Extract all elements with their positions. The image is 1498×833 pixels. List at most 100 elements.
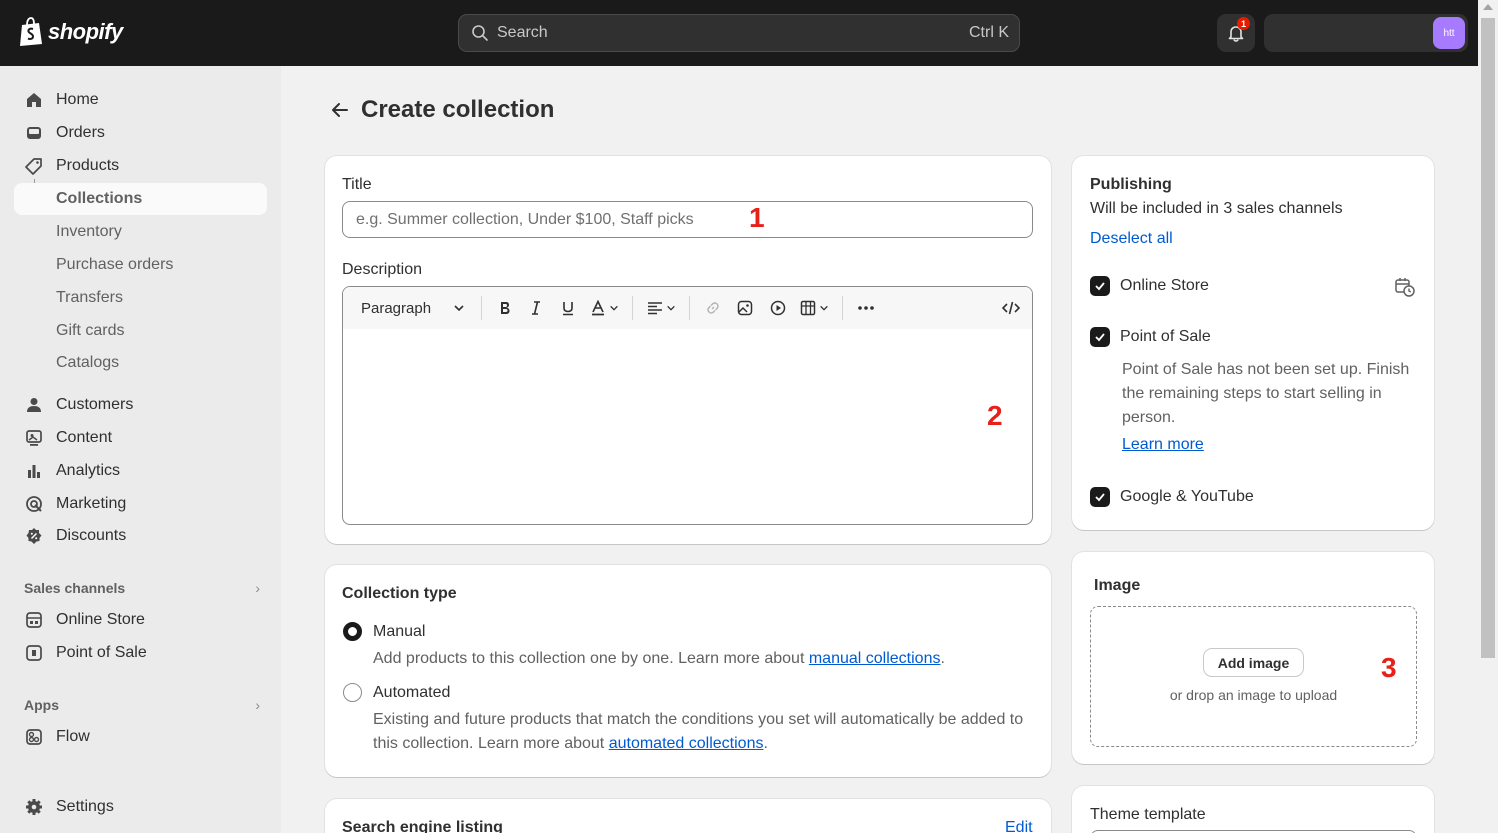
checkmark-icon <box>1095 493 1105 502</box>
editor-toolbar: Paragraph <box>343 287 1032 329</box>
sidebar: Home Orders Products Collections Invento… <box>0 66 281 833</box>
sidebar-item-analytics[interactable]: Analytics <box>14 455 267 487</box>
sidebar-item-online-store[interactable]: Online Store <box>14 604 267 636</box>
sidebar-item-discounts[interactable]: Discounts <box>14 520 267 552</box>
title-input[interactable]: e.g. Summer collection, Under $100, Staf… <box>342 201 1033 238</box>
manual-label[interactable]: Manual <box>373 623 425 641</box>
back-arrow-icon[interactable] <box>330 100 352 120</box>
top-bar: shopify Search Ctrl K 1 htt <box>0 0 1478 66</box>
sidebar-item-label: Catalogs <box>56 354 120 371</box>
seo-edit-link[interactable]: Edit <box>1005 819 1033 833</box>
notification-badge: 1 <box>1237 17 1250 30</box>
italic-icon[interactable] <box>520 295 552 321</box>
align-left-icon <box>647 302 662 315</box>
sidebar-item-settings[interactable]: Settings <box>14 791 267 823</box>
sidebar-item-label: Inventory <box>56 223 122 240</box>
manual-help-text: Add products to this collection one by o… <box>373 650 945 667</box>
account-menu[interactable]: htt <box>1264 14 1468 52</box>
underline-icon[interactable] <box>552 295 584 321</box>
manual-help: Add products to this collection one by o… <box>373 650 805 667</box>
sidebar-item-transfers[interactable]: Transfers <box>14 282 267 314</box>
point-of-sale-checkbox[interactable] <box>1090 327 1110 347</box>
sidebar-item-label: Home <box>56 91 99 108</box>
manual-collections-link[interactable]: manual collections <box>809 650 941 667</box>
page-title: Create collection <box>361 96 555 123</box>
more-options-icon[interactable] <box>851 295 881 321</box>
text-color-icon <box>591 300 604 316</box>
description-editor[interactable]: Paragraph <box>342 286 1033 525</box>
sidebar-item-products[interactable]: Products <box>14 150 267 182</box>
pos-note: Point of Sale has not been set up. Finis… <box>1122 361 1410 426</box>
paragraph-format-select[interactable]: Paragraph <box>361 295 469 321</box>
target-icon <box>24 494 44 514</box>
content-icon <box>24 428 44 448</box>
theme-template-card: Theme template <box>1072 786 1434 833</box>
automated-label[interactable]: Automated <box>373 684 450 702</box>
sidebar-item-label: Flow <box>56 728 90 745</box>
link-icon[interactable] <box>698 295 728 321</box>
video-insert-icon[interactable] <box>761 295 794 321</box>
sidebar-item-home[interactable]: Home <box>14 84 267 116</box>
seo-heading: Search engine listing <box>342 819 503 833</box>
scroll-up-arrow-icon[interactable] <box>1483 4 1493 10</box>
sidebar-item-customers[interactable]: Customers <box>14 389 267 421</box>
google-youtube-label: Google & YouTube <box>1120 488 1254 505</box>
search-placeholder: Search <box>497 24 548 41</box>
shopify-logo[interactable]: shopify <box>18 17 123 47</box>
flow-icon <box>24 727 44 747</box>
sidebar-item-marketing[interactable]: Marketing <box>14 488 267 520</box>
sidebar-item-flow[interactable]: Flow <box>14 721 267 753</box>
sidebar-item-point-of-sale[interactable]: Point of Sale <box>14 637 267 669</box>
google-youtube-checkbox[interactable] <box>1090 487 1110 507</box>
publishing-card: Publishing Will be included in 3 sales c… <box>1072 156 1434 530</box>
image-insert-icon[interactable] <box>728 295 761 321</box>
image-dropzone[interactable] <box>1090 606 1417 747</box>
schedule-calendar-icon[interactable] <box>1394 276 1416 298</box>
collection-type-card: Collection type Manual Add products to t… <box>325 565 1051 777</box>
publishing-subtitle: Will be included in 3 sales channels <box>1090 200 1343 217</box>
manual-radio[interactable] <box>343 622 362 641</box>
brand-name: shopify <box>48 19 123 44</box>
add-image-button[interactable]: Add image <box>1204 649 1303 676</box>
sidebar-item-label: Marketing <box>56 495 127 512</box>
sidebar-item-content[interactable]: Content <box>14 422 267 454</box>
search-bar[interactable]: Search Ctrl K <box>458 14 1020 52</box>
scrollbar-thumb[interactable] <box>1481 18 1495 658</box>
sales-channels-section[interactable]: Sales channels › <box>24 580 260 596</box>
sidebar-item-collections[interactable]: Collections <box>14 183 267 215</box>
sidebar-item-catalogs[interactable]: Catalogs <box>14 347 267 379</box>
title-placeholder: e.g. Summer collection, Under $100, Staf… <box>356 210 694 228</box>
avatar: htt <box>1433 17 1465 49</box>
tag-icon <box>24 156 44 176</box>
automated-collections-link[interactable]: automated collections <box>609 735 764 752</box>
bold-icon[interactable] <box>490 295 520 321</box>
format-label: Paragraph <box>361 299 432 317</box>
point-of-sale-label: Point of Sale <box>1120 328 1211 345</box>
deselect-all-link[interactable]: Deselect all <box>1090 230 1173 248</box>
sidebar-item-orders[interactable]: Orders <box>14 117 267 149</box>
code-view-icon[interactable] <box>996 295 1026 321</box>
sidebar-item-label: Discounts <box>56 527 127 544</box>
notifications-button[interactable]: 1 <box>1217 14 1255 52</box>
toolbar-divider <box>689 296 690 320</box>
sidebar-item-gift-cards[interactable]: Gift cards <box>14 315 267 347</box>
checkmark-icon <box>1095 282 1105 291</box>
store-icon <box>24 610 44 630</box>
automated-radio[interactable] <box>343 683 362 702</box>
align-button[interactable] <box>641 295 681 321</box>
table-insert-button[interactable] <box>794 295 834 321</box>
sidebar-item-inventory[interactable]: Inventory <box>14 216 267 248</box>
text-color-button[interactable] <box>584 295 624 321</box>
online-store-checkbox[interactable] <box>1090 276 1110 296</box>
annotation-2: 2 <box>987 400 1003 431</box>
apps-section[interactable]: Apps › <box>24 697 260 713</box>
shopify-bag-icon <box>20 17 42 46</box>
chevron-down-icon <box>454 305 464 312</box>
page-scrollbar[interactable] <box>1478 0 1498 833</box>
checkmark-icon <box>1095 333 1105 342</box>
automated-help-text: Existing and future products that match … <box>373 711 1024 752</box>
person-icon <box>24 395 44 415</box>
learn-more-link[interactable]: Learn more <box>1122 436 1204 454</box>
sidebar-item-purchase-orders[interactable]: Purchase orders <box>14 249 267 281</box>
sidebar-item-label: Customers <box>56 396 134 413</box>
